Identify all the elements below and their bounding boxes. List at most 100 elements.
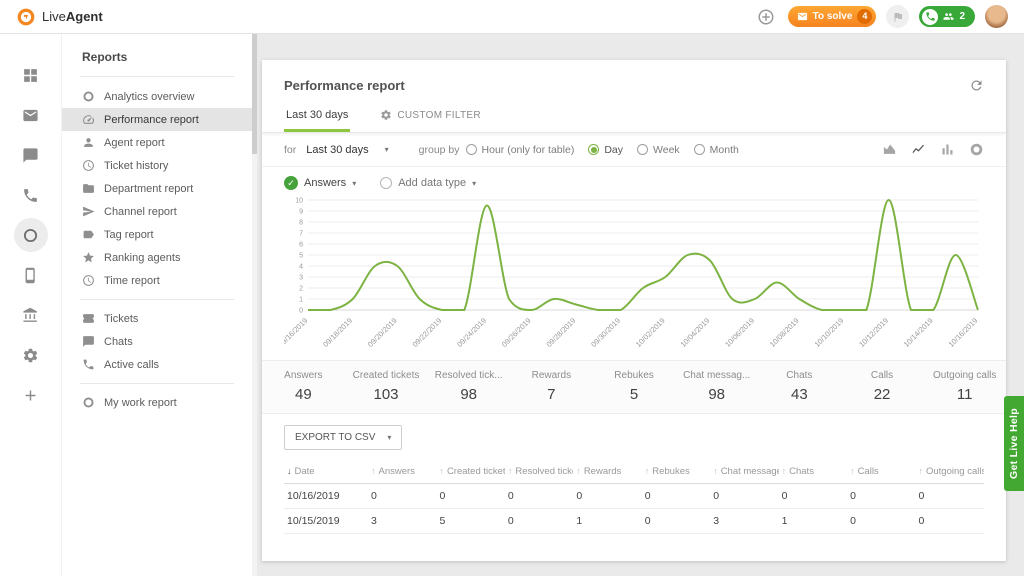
table-row[interactable]: 10/16/2019000000000 bbox=[284, 484, 984, 509]
tab-last-30-days[interactable]: Last 30 days bbox=[284, 101, 350, 132]
rail-bank-icon[interactable] bbox=[14, 298, 48, 332]
column-header-date[interactable]: ↓Date bbox=[284, 460, 368, 484]
column-header-resolved-tickets[interactable]: ↑Resolved tickets bbox=[505, 460, 573, 484]
rail-mail-icon[interactable] bbox=[14, 98, 48, 132]
divider bbox=[80, 76, 234, 77]
column-header-rewards[interactable]: ↑Rewards bbox=[573, 460, 641, 484]
sidebar-item-department-report[interactable]: Department report bbox=[62, 177, 252, 200]
main-card: Performance report Last 30 days CUSTOM F… bbox=[262, 60, 1006, 561]
column-header-chat-messages[interactable]: ↑Chat messages bbox=[710, 460, 778, 484]
radio-icon bbox=[588, 144, 599, 155]
brand[interactable]: LiveAgent bbox=[16, 7, 103, 27]
mail-icon bbox=[797, 11, 808, 22]
svg-text:09/28/2019: 09/28/2019 bbox=[545, 316, 578, 349]
radio-icon bbox=[380, 177, 392, 189]
to-solve-button[interactable]: To solve 4 bbox=[788, 6, 877, 27]
sidebar-item-tickets[interactable]: Tickets bbox=[62, 307, 252, 330]
rail-plus-icon[interactable] bbox=[14, 378, 48, 412]
sidebar-item-analytics-overview[interactable]: Analytics overview bbox=[62, 85, 252, 108]
column-header-outgoing-calls[interactable]: ↑Outgoing calls bbox=[916, 460, 985, 484]
series-answers-dropdown[interactable]: ✓ Answers ▾ bbox=[284, 176, 356, 190]
rail-phone-icon[interactable] bbox=[14, 178, 48, 212]
sidebar-item-time-report[interactable]: Time report bbox=[62, 269, 252, 292]
sidebar-item-label: Agent report bbox=[104, 137, 165, 149]
line-chart-button[interactable] bbox=[911, 142, 926, 157]
sidebar: Reports Analytics overviewPerformance re… bbox=[62, 34, 252, 576]
stat-value: 98 bbox=[427, 386, 510, 403]
clock-icon bbox=[82, 274, 95, 287]
column-label: Outgoing calls bbox=[926, 466, 984, 477]
cell: 0 bbox=[916, 484, 985, 509]
area-chart-icon bbox=[882, 142, 897, 157]
stat-value: 22 bbox=[841, 386, 924, 403]
radio-hour-only-for-table[interactable]: Hour (only for table) bbox=[466, 144, 575, 156]
refresh-button[interactable] bbox=[969, 78, 984, 93]
radio-label: Week bbox=[653, 144, 680, 156]
bar-chart-button[interactable] bbox=[940, 142, 955, 157]
to-solve-label: To solve bbox=[813, 11, 853, 22]
sidebar-item-label: My work report bbox=[104, 397, 177, 409]
rail-gear-icon[interactable] bbox=[14, 338, 48, 372]
sidebar-item-ranking-agents[interactable]: Ranking agents bbox=[62, 246, 252, 269]
radio-icon bbox=[466, 144, 477, 155]
tab-custom-filter[interactable]: CUSTOM FILTER bbox=[378, 101, 483, 132]
sidebar-item-channel-report[interactable]: Channel report bbox=[62, 200, 252, 223]
rail-chat-icon[interactable] bbox=[14, 138, 48, 172]
sidebar-item-chats[interactable]: Chats bbox=[62, 330, 252, 353]
avatar[interactable] bbox=[985, 5, 1008, 28]
calls-button[interactable]: 2 bbox=[919, 6, 975, 27]
rail-mobile-icon[interactable] bbox=[14, 258, 48, 292]
sidebar-item-active-calls[interactable]: Active calls bbox=[62, 353, 252, 376]
sidebar-scrollbar[interactable] bbox=[252, 34, 257, 576]
svg-text:10/12/2019: 10/12/2019 bbox=[857, 316, 890, 349]
range-select[interactable]: Last 30 days ▾ bbox=[306, 144, 388, 156]
sidebar-item-agent-report[interactable]: Agent report bbox=[62, 131, 252, 154]
radio-week[interactable]: Week bbox=[637, 144, 680, 156]
scrollbar-thumb[interactable] bbox=[252, 34, 257, 154]
sidebar-item-label: Active calls bbox=[104, 359, 159, 371]
flag-button[interactable] bbox=[886, 5, 909, 28]
grid-icon bbox=[22, 67, 39, 84]
donut-chart-button[interactable] bbox=[969, 142, 984, 157]
column-header-calls[interactable]: ↑Calls bbox=[847, 460, 915, 484]
cell: 3 bbox=[368, 509, 436, 534]
svg-text:09/16/2019: 09/16/2019 bbox=[284, 316, 309, 349]
ticket-icon bbox=[82, 312, 95, 325]
add-button[interactable] bbox=[755, 5, 778, 28]
radio-month[interactable]: Month bbox=[694, 144, 739, 156]
sidebar-item-performance-report[interactable]: Performance report bbox=[62, 108, 252, 131]
cell: 0 bbox=[916, 509, 985, 534]
cell: 0 bbox=[779, 484, 847, 509]
svg-text:09/30/2019: 09/30/2019 bbox=[589, 316, 622, 349]
sort-icon: ↑ bbox=[645, 466, 650, 476]
cell: 0 bbox=[847, 509, 915, 534]
column-header-answers[interactable]: ↑Answers bbox=[368, 460, 436, 484]
stat-label: Chat messag... bbox=[675, 370, 758, 381]
export-csv-button[interactable]: EXPORT TO CSV ▾ bbox=[284, 425, 402, 450]
get-live-help-button[interactable]: Get Live Help bbox=[1004, 396, 1024, 491]
add-data-type-dropdown[interactable]: Add data type ▾ bbox=[380, 177, 476, 189]
table-row[interactable]: 10/15/2019350103100 bbox=[284, 509, 984, 534]
column-header-chats[interactable]: ↑Chats bbox=[779, 460, 847, 484]
svg-text:09/20/2019: 09/20/2019 bbox=[366, 316, 399, 349]
svg-text:09/22/2019: 09/22/2019 bbox=[411, 316, 444, 349]
sidebar-item-ticket-history[interactable]: Ticket history bbox=[62, 154, 252, 177]
svg-text:09/26/2019: 09/26/2019 bbox=[500, 316, 533, 349]
sidebar-item-my-work-report[interactable]: My work report bbox=[62, 391, 252, 414]
area-chart-button[interactable] bbox=[882, 142, 897, 157]
svg-text:10/06/2019: 10/06/2019 bbox=[723, 316, 756, 349]
rail-reports-icon[interactable] bbox=[14, 218, 48, 252]
column-header-rebukes[interactable]: ↑Rebukes bbox=[642, 460, 710, 484]
chevron-down-icon: ▾ bbox=[385, 145, 389, 154]
sidebar-item-tag-report[interactable]: Tag report bbox=[62, 223, 252, 246]
radio-day[interactable]: Day bbox=[588, 144, 623, 156]
svg-text:09/18/2019: 09/18/2019 bbox=[321, 316, 354, 349]
column-header-created-tickets[interactable]: ↑Created tickets bbox=[436, 460, 504, 484]
stat-label: Outgoing calls bbox=[923, 370, 1006, 381]
cell: 0 bbox=[436, 484, 504, 509]
folder-icon bbox=[82, 182, 95, 195]
brand-logo-icon bbox=[16, 7, 36, 27]
rail-grid-icon[interactable] bbox=[14, 58, 48, 92]
svg-text:0: 0 bbox=[299, 308, 303, 315]
clock-icon bbox=[82, 159, 95, 172]
